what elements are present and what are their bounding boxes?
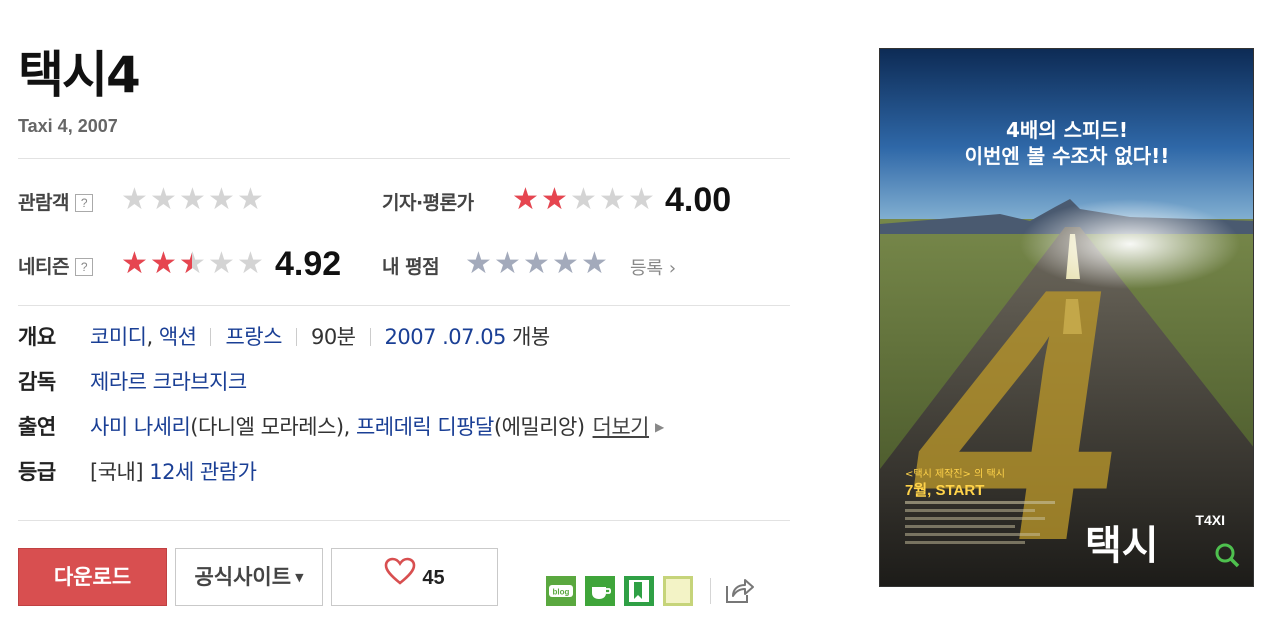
rating-region: [국내] [90,460,144,484]
star-icon[interactable]: ★ [494,249,523,279]
divider [18,158,790,159]
star-icon: ★ [179,182,206,217]
poster-tagline-1: 4배의 스피드! [1006,118,1128,142]
director-label: 감독 [18,370,56,394]
separator [369,328,371,346]
star-icon: ★ [237,182,264,217]
like-button[interactable]: 45 [331,548,498,606]
star-fill: ★ [512,186,539,214]
actor-role: (에밀리앙) [493,415,585,439]
divider [18,520,790,521]
triangle-right-icon: ▶ [655,420,664,434]
star-icon: ★★ [179,246,206,281]
star-icon: ★★ [512,185,541,215]
official-site-button[interactable]: 공식사이트 ▼ [175,548,323,606]
critics-score: 4.00 [665,181,732,219]
director-row: 감독 제라르 크라브지크 [18,368,247,396]
caret-down-icon: ▼ [295,571,304,584]
poster-credit: <택시 제작진> 의 택시 [905,468,1005,480]
star-icon: ★ [208,182,235,217]
like-count: 45 [422,567,445,589]
more-cast-link[interactable]: 더보기 [593,413,650,441]
release-suffix: 개봉 [512,325,550,349]
bookmark-icon[interactable] [624,576,654,606]
star-fill: ★ [150,250,177,278]
star-icon: ★★ [541,185,570,215]
netizen-rating-label: 네티즌? [18,252,93,279]
poster-title: 택시 [1085,523,1159,569]
my-rating-stars[interactable]: ★ ★ ★ ★ ★ [465,249,610,279]
poster-tagline-2: 이번엔 볼 수조차 없다!! [965,144,1170,168]
actor-link[interactable]: 프레데릭 디팡달 [356,413,494,441]
genre-comedy-link[interactable]: 코미디 [90,323,147,351]
netizen-stars: ★★★★★★★★ [121,246,266,281]
star-icon[interactable]: ★ [523,249,552,279]
star-icon: ★ [237,246,264,281]
director-link[interactable]: 제라르 크라브지크 [90,368,247,396]
star-icon: ★ [208,246,235,281]
star-fill: ★ [179,250,192,278]
star-icon: ★ [599,182,626,217]
actor-link[interactable]: 사미 나세리 [90,413,191,441]
cafe-icon[interactable] [585,576,615,606]
download-button[interactable]: 다운로드 [18,548,167,606]
movie-poster[interactable]: 4 4배의 스피드! 이번엔 볼 수조차 없다!! <택시 제작진> 의 택시 … [879,48,1254,587]
age-rating-label: 등급 [18,460,56,484]
star-icon[interactable]: ★ [465,249,494,279]
audience-rating-label: 관람객? [18,188,93,215]
blog-icon[interactable]: blog [546,576,576,606]
overview-row: 개요 코미디, 액션 프랑스 90분 2007 .07.05 개봉 [18,323,550,351]
age-rating-row: 등급 [국내] 12세 관람가 [18,458,257,486]
star-icon: ★ [570,182,597,217]
netizen-help-icon[interactable]: ? [74,258,93,276]
star-icon[interactable]: ★ [581,249,610,279]
star-icon: ★★ [150,249,179,279]
chevron-right-icon: › [663,258,677,279]
separator [710,578,711,604]
critics-rating-label: 기자·평론가 [382,192,474,214]
poster-release: 7월, START [905,482,984,499]
star-icon[interactable]: ★ [552,249,581,279]
star-icon: ★★ [121,249,150,279]
cast-row: 출연 사미 나세리 (다니엘 모라레스), 프레데릭 디팡달 (에밀리앙) 더보기 ▶ [18,413,664,441]
cast-label: 출연 [18,415,56,439]
poster-brand: T4XI [1195,512,1225,528]
critics-stars: ★ ★ ★ ★ ★ ★ ★ [512,182,657,217]
star-icon: ★ [150,182,177,217]
netizen-score: 4.92 [275,245,342,283]
actor-role: (다니엘 모라레스), [190,415,350,439]
share-icon[interactable] [723,576,754,606]
svg-text:blog: blog [553,588,570,597]
genre-action-link[interactable]: 액션 [159,323,197,351]
movie-subtitle: Taxi 4, 2007 [18,116,118,136]
audience-stars: ★ ★ ★ ★ ★ [121,182,266,217]
my-rating-label: 내 평점 [382,256,440,278]
star-fill: ★ [541,186,568,214]
star-fill: ★ [121,250,148,278]
register-rating-link[interactable]: 등록 › [630,254,676,280]
overview-label: 개요 [18,325,56,349]
star-icon: ★ [121,182,148,217]
separator [295,328,297,346]
movie-title: 택시4 [18,46,141,104]
star-icon: ★ [628,182,655,217]
audience-help-icon[interactable]: ? [74,194,93,212]
heart-icon [384,550,416,606]
separator [210,328,212,346]
memo-icon[interactable] [663,576,693,606]
release-date-link[interactable]: 2007 .07.05 [385,323,507,351]
divider [18,305,790,306]
country-link[interactable]: 프랑스 [225,323,282,351]
age-rating-link[interactable]: 12세 관람가 [149,458,257,486]
runtime: 90분 [310,325,356,349]
